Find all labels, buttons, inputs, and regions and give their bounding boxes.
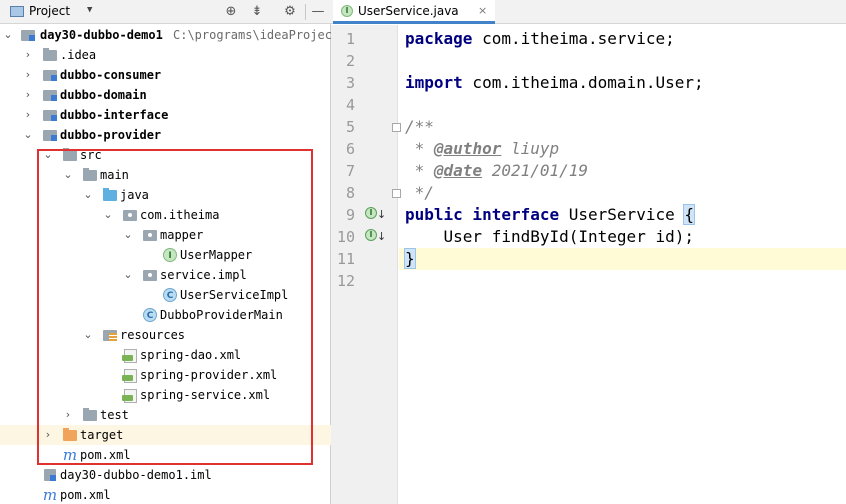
close-icon[interactable]: × <box>478 4 487 17</box>
tree-node-idea[interactable]: › .idea <box>0 45 331 65</box>
brace-match: { <box>683 204 695 225</box>
javadoc-tag: @author <box>433 139 502 158</box>
chevron-right-icon[interactable]: › <box>22 105 34 125</box>
module-icon <box>42 108 58 122</box>
editor-tab-bar: I UserService.java × <box>331 0 846 24</box>
keyword: interface <box>462 205 560 224</box>
locate-icon[interactable]: ⊕ <box>222 3 240 21</box>
line-number-gutter: 1 2 3 4 5 6 7 8 9 10 11 12 I ↓ I ↓ <box>331 25 401 504</box>
code-line: /** <box>399 116 846 138</box>
code-text: com.itheima.service; <box>472 29 675 48</box>
code-line: * @date 2021/01/19 <box>399 160 846 182</box>
module-icon <box>42 68 58 82</box>
tree-node-dubbo-provider[interactable]: ⌄ dubbo-provider <box>0 125 331 145</box>
chevron-down-icon[interactable]: ▼ <box>87 5 92 15</box>
tree-node-dubbo-domain[interactable]: › dubbo-domain <box>0 85 331 105</box>
code-line: public interface UserService { <box>399 204 846 226</box>
line-number: 5 <box>345 118 355 136</box>
module-path: C:\programs\ideaProject <box>173 28 340 42</box>
tree-node-label: .idea <box>60 48 97 62</box>
comment: */ <box>405 183 434 202</box>
line-number: 7 <box>345 162 355 180</box>
interface-icon: I <box>341 5 353 17</box>
comment: * <box>405 161 434 180</box>
code-line: import com.itheima.domain.User; <box>399 72 846 94</box>
code-line: * @author liuyp <box>399 138 846 160</box>
module-icon <box>42 88 58 102</box>
arrow-down-icon[interactable]: ↓ <box>377 231 386 243</box>
chevron-down-icon[interactable]: ⌄ <box>2 25 14 45</box>
module-icon <box>42 128 58 142</box>
chevron-down-icon[interactable]: ⌄ <box>22 125 34 145</box>
arrow-down-icon[interactable]: ↓ <box>377 209 386 221</box>
tree-node-root-pom-xml[interactable]: m pom.xml <box>0 485 331 504</box>
chevron-right-icon[interactable]: › <box>22 65 34 85</box>
tree-node-label: pom.xml <box>60 488 111 502</box>
tab-label: UserService.java <box>358 4 459 18</box>
keyword: package <box>405 29 473 48</box>
javadoc-tag: @date <box>433 161 483 180</box>
line-number: 1 <box>345 30 355 48</box>
gear-icon[interactable]: ⚙ <box>281 3 299 21</box>
tree-node-dubbo-interface[interactable]: › dubbo-interface <box>0 105 331 125</box>
line-number: 9 <box>345 206 355 224</box>
tree-node-root-module[interactable]: ⌄ day30-dubbo-demo1 C:\programs\ideaProj… <box>0 25 339 45</box>
module-icon <box>20 28 36 42</box>
keyword: import <box>405 73 463 92</box>
implemented-interface-icon[interactable]: I <box>365 207 377 219</box>
line-number: 2 <box>345 52 355 70</box>
project-view-icon <box>10 6 24 17</box>
project-header: Project ▼ ⊕ ⇟ ⚙ — <box>0 0 331 24</box>
toolbar-divider <box>305 4 306 20</box>
tree-node-label: dubbo-consumer <box>60 68 162 82</box>
code-editor: I UserService.java × 1 2 3 4 5 6 7 8 9 1… <box>331 0 846 504</box>
javadoc-value: 2021/01/19 <box>482 161 589 180</box>
line-number: 4 <box>345 96 355 114</box>
tree-node-label: dubbo-interface <box>60 108 169 122</box>
javadoc-value: liuyp <box>501 139 560 158</box>
comment: * <box>405 139 434 158</box>
code-line-current: } <box>399 248 846 270</box>
iml-icon <box>42 468 58 482</box>
brace-match: } <box>404 248 416 269</box>
folder-icon <box>42 48 58 62</box>
code-text: User findById(Integer id); <box>405 227 694 246</box>
line-number: 10 <box>336 228 355 246</box>
code-line: */ <box>399 182 846 204</box>
code-line: package com.itheima.service; <box>399 28 846 50</box>
comment: /** <box>405 117 434 136</box>
tree-node-label: dubbo-domain <box>60 88 147 102</box>
project-view-selector[interactable]: Project <box>29 4 70 18</box>
maven-icon: m <box>42 486 58 504</box>
line-number: 11 <box>336 250 355 268</box>
code-text: com.itheima.domain.User; <box>462 73 704 92</box>
chevron-right-icon[interactable]: › <box>22 45 34 65</box>
tree-node-label: day30-dubbo-demo1.iml <box>60 468 212 482</box>
tree-node-iml-file[interactable]: day30-dubbo-demo1.iml <box>0 465 331 485</box>
tree-node-label: day30-dubbo-demo1 <box>40 28 163 42</box>
line-number: 8 <box>345 184 355 202</box>
line-number: 12 <box>336 272 355 290</box>
red-highlight-box <box>37 149 313 465</box>
hide-icon[interactable]: — <box>309 3 327 21</box>
code-text: UserService <box>559 205 685 224</box>
keyword: public <box>405 205 463 224</box>
tree-node-label: dubbo-provider <box>60 128 162 142</box>
project-tool-window: Project ▼ ⊕ ⇟ ⚙ — ⌄ day30-dubbo-demo1 C:… <box>0 0 339 504</box>
code-line: User findById(Integer id); <box>399 226 846 248</box>
tree-node-dubbo-consumer[interactable]: › dubbo-consumer <box>0 65 331 85</box>
line-number: 3 <box>345 74 355 92</box>
chevron-right-icon[interactable]: › <box>22 85 34 105</box>
collapse-all-icon[interactable]: ⇟ <box>248 3 266 21</box>
implemented-method-icon[interactable]: I <box>365 229 377 241</box>
line-number: 6 <box>345 140 355 158</box>
tab-userservice-java[interactable]: I UserService.java × <box>333 0 495 24</box>
